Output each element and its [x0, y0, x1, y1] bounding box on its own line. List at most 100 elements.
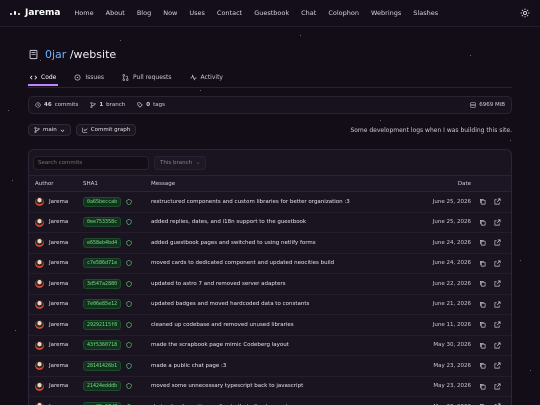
avatar[interactable] [35, 279, 44, 289]
commit-message[interactable]: updated to astro 7 and removed server ad… [151, 281, 423, 287]
commits-stat[interactable]: 46 commits [35, 102, 78, 108]
open-external-icon[interactable] [494, 342, 501, 349]
copy-icon[interactable] [479, 219, 486, 226]
repo-owner-link[interactable]: 0jar [45, 48, 66, 61]
avatar[interactable] [35, 197, 44, 207]
tab-pull-requests[interactable]: Pull requests [120, 70, 174, 84]
commit-message[interactable]: moved cards to dedicated component and u… [151, 260, 423, 266]
avatar[interactable] [35, 361, 44, 371]
open-external-icon[interactable] [494, 383, 501, 390]
commit-message[interactable]: added replies, dates, and i18n support t… [151, 219, 423, 225]
table-row[interactable]: Jarema 28141426b1 made a public chat page … [29, 356, 511, 377]
avatar[interactable] [35, 217, 44, 227]
tags-stat[interactable]: 0 tags [137, 102, 165, 108]
tab-issues[interactable]: Issues [72, 70, 106, 84]
open-external-icon[interactable] [494, 239, 501, 246]
avatar[interactable] [35, 258, 44, 268]
nav-uses[interactable]: Uses [189, 9, 205, 17]
nav-home[interactable]: Home [74, 9, 93, 17]
commit-author[interactable]: Jarema [29, 361, 83, 371]
gear-icon[interactable] [520, 8, 530, 18]
open-external-icon[interactable] [494, 260, 501, 267]
nav-about[interactable]: About [106, 9, 125, 17]
commit-sha-link[interactable]: e658eb4bd4 [83, 237, 122, 248]
commit-sha-link[interactable]: 28141426b1 [83, 360, 122, 371]
open-external-icon[interactable] [494, 362, 501, 369]
commit-sha-link[interactable]: 3d547a2880 [83, 278, 122, 289]
table-row[interactable]: Jarema 0ee753358c added replies, dates, an… [29, 213, 511, 233]
nav-blog[interactable]: Blog [137, 9, 151, 17]
commit-message[interactable]: made the scrapbook page mimic Codeberg l… [151, 342, 423, 348]
table-row[interactable]: Jarema 0a65beccab restructured components … [29, 192, 511, 213]
commit-message[interactable]: updated badges and moved hardcoded data … [151, 301, 423, 307]
table-row[interactable]: Jarema c7e586d71e moved cards to dedicated… [29, 254, 511, 274]
table-row[interactable]: Jaremacea05e27d7chained webmention repli… [29, 397, 511, 405]
history-icon [35, 102, 41, 108]
commit-message[interactable]: added guestbook pages and switched to us… [151, 240, 423, 246]
avatar[interactable] [35, 340, 44, 350]
brand-logo[interactable]: Jarema [10, 8, 60, 18]
table-row[interactable]: Jarema 43f5360718 made the scrapbook page … [29, 336, 511, 356]
copy-icon[interactable] [479, 383, 486, 390]
commit-sha-link[interactable]: 21424edddb [83, 381, 122, 392]
commit-message[interactable]: cleaned up codebase and removed unused l… [151, 322, 423, 328]
nav-guestbook[interactable]: Guestbook [254, 9, 289, 17]
open-external-icon[interactable] [494, 219, 501, 226]
commit-sha-link[interactable]: 43f5360718 [83, 340, 122, 351]
copy-icon[interactable] [479, 321, 486, 328]
branches-stat[interactable]: 1 branch [90, 102, 125, 108]
table-row[interactable]: Jarema 7e06e85e12 updated badges and moved… [29, 295, 511, 315]
commit-author[interactable]: Jarema [29, 381, 83, 391]
open-external-icon[interactable] [494, 280, 501, 287]
copy-icon[interactable] [479, 342, 486, 349]
commit-sha-link[interactable]: 0ee753358c [83, 217, 122, 228]
commit-sha-link[interactable]: c7e586d71e [83, 258, 122, 269]
commit-date: June 24, 2026 [432, 260, 471, 267]
copy-icon[interactable] [479, 301, 486, 308]
nav-slashes[interactable]: Slashes [413, 9, 438, 17]
commit-author[interactable]: Jarema [29, 279, 83, 289]
commit-sha-link[interactable]: 0a65beccab [83, 196, 122, 207]
commit-sha-link[interactable]: 7e06e85e12 [83, 299, 122, 310]
commit-author[interactable]: Jarema [29, 197, 83, 207]
table-row[interactable]: Jarema 3d547a2880 updated to astro 7 and r… [29, 274, 511, 295]
commit-sha-link[interactable]: 29292115f8 [83, 319, 122, 330]
nav-webrings[interactable]: Webrings [371, 9, 401, 17]
activity-icon [189, 73, 197, 81]
open-external-icon[interactable] [494, 301, 501, 308]
commit-message[interactable]: made a public chat page :3 [151, 363, 423, 369]
commit-author[interactable]: Jarema [29, 217, 83, 227]
tab-code[interactable]: Code [28, 70, 59, 86]
nav-chat[interactable]: Chat [301, 9, 316, 17]
commit-author[interactable]: Jarema [29, 299, 83, 309]
copy-icon[interactable] [479, 198, 486, 205]
commit-author[interactable]: Jarema [29, 320, 83, 330]
table-row[interactable]: Jarema 21424edddb moved some unnecessary t… [29, 377, 511, 397]
commit-graph-button[interactable]: Commit graph [75, 124, 137, 136]
branch-filter-dropdown[interactable]: This branch [154, 155, 207, 170]
avatar[interactable] [35, 238, 44, 248]
avatar[interactable] [35, 381, 44, 391]
commit-message[interactable]: restructured components and custom libra… [151, 199, 423, 205]
commit-author[interactable]: Jarema [29, 258, 83, 268]
table-row[interactable]: Jarema e658eb4bd4 added guestbook pages an… [29, 233, 511, 254]
nav-contact[interactable]: Contact [217, 9, 242, 17]
avatar[interactable] [35, 320, 44, 330]
copy-icon[interactable] [479, 280, 486, 287]
commit-author[interactable]: Jarema [29, 238, 83, 248]
open-external-icon[interactable] [494, 321, 501, 328]
branch-dropdown[interactable]: main [28, 124, 71, 136]
copy-icon[interactable] [479, 239, 486, 246]
commit-message[interactable]: moved some unnecessary typescript back t… [151, 383, 423, 389]
verified-shield-icon [126, 301, 132, 308]
copy-icon[interactable] [479, 260, 486, 267]
search-commits-input[interactable] [33, 155, 149, 170]
tab-activity[interactable]: Activity [188, 70, 225, 84]
table-row[interactable]: Jarema 29292115f8 cleaned up codebase and … [29, 315, 511, 336]
avatar[interactable] [35, 299, 44, 309]
nav-now[interactable]: Now [163, 9, 177, 17]
copy-icon[interactable] [479, 362, 486, 369]
open-external-icon[interactable] [494, 198, 501, 205]
commit-author[interactable]: Jarema [29, 340, 83, 350]
nav-colophon[interactable]: Colophon [328, 9, 359, 17]
